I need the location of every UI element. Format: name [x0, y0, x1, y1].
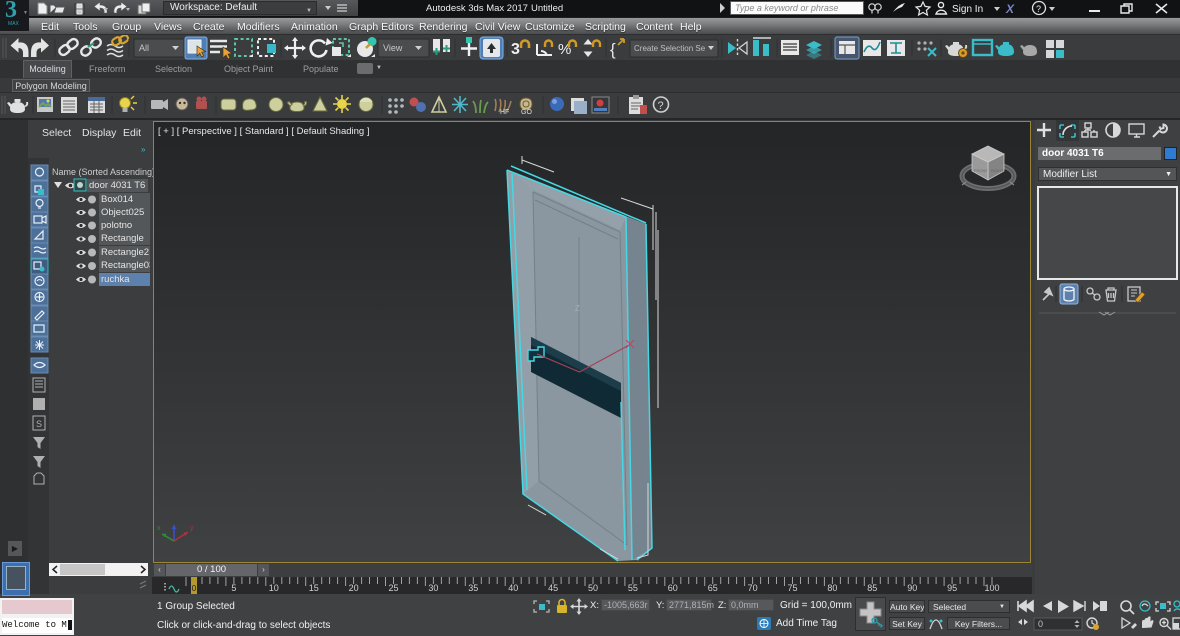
- svg-text:65: 65: [708, 583, 718, 593]
- svg-text:85: 85: [867, 583, 877, 593]
- svg-text:70: 70: [748, 583, 758, 593]
- svg-text:0: 0: [1038, 619, 1043, 629]
- svg-text:20: 20: [349, 583, 359, 593]
- svg-text:Z: Z: [575, 304, 580, 313]
- svg-text:x: x: [157, 525, 161, 532]
- svg-text:90: 90: [907, 583, 917, 593]
- svg-text:X: X: [1005, 2, 1015, 16]
- svg-text:0: 0: [192, 584, 197, 593]
- svg-text:GO: GO: [521, 109, 532, 116]
- svg-text:95: 95: [947, 583, 957, 593]
- svg-text:y: y: [190, 525, 194, 532]
- svg-text:HF: HF: [500, 109, 509, 116]
- svg-text:15: 15: [309, 583, 319, 593]
- svg-text:5: 5: [231, 583, 236, 593]
- svg-text:FRONT: FRONT: [974, 168, 988, 173]
- svg-text:50: 50: [588, 583, 598, 593]
- svg-text:All: All: [139, 43, 149, 53]
- svg-text:45: 45: [548, 583, 558, 593]
- svg-text:100: 100: [984, 583, 999, 593]
- svg-text:?: ?: [658, 100, 664, 112]
- svg-text:40: 40: [508, 583, 518, 593]
- svg-text:30: 30: [428, 583, 438, 593]
- svg-text:35: 35: [468, 583, 478, 593]
- svg-text:3: 3: [511, 41, 520, 58]
- svg-text:10: 10: [269, 583, 279, 593]
- svg-text:Create Selection Se: Create Selection Se: [634, 44, 706, 53]
- svg-text:S: S: [36, 419, 42, 429]
- svg-text:{: {: [610, 40, 616, 59]
- svg-text:80: 80: [827, 583, 837, 593]
- svg-text:25: 25: [388, 583, 398, 593]
- svg-text:?: ?: [1036, 4, 1041, 14]
- svg-text:View: View: [383, 43, 403, 53]
- svg-text:75: 75: [787, 583, 797, 593]
- svg-text:55: 55: [628, 583, 638, 593]
- svg-text:Sign In: Sign In: [952, 4, 983, 15]
- svg-text:60: 60: [668, 583, 678, 593]
- svg-text:RIGHT: RIGHT: [991, 168, 1004, 173]
